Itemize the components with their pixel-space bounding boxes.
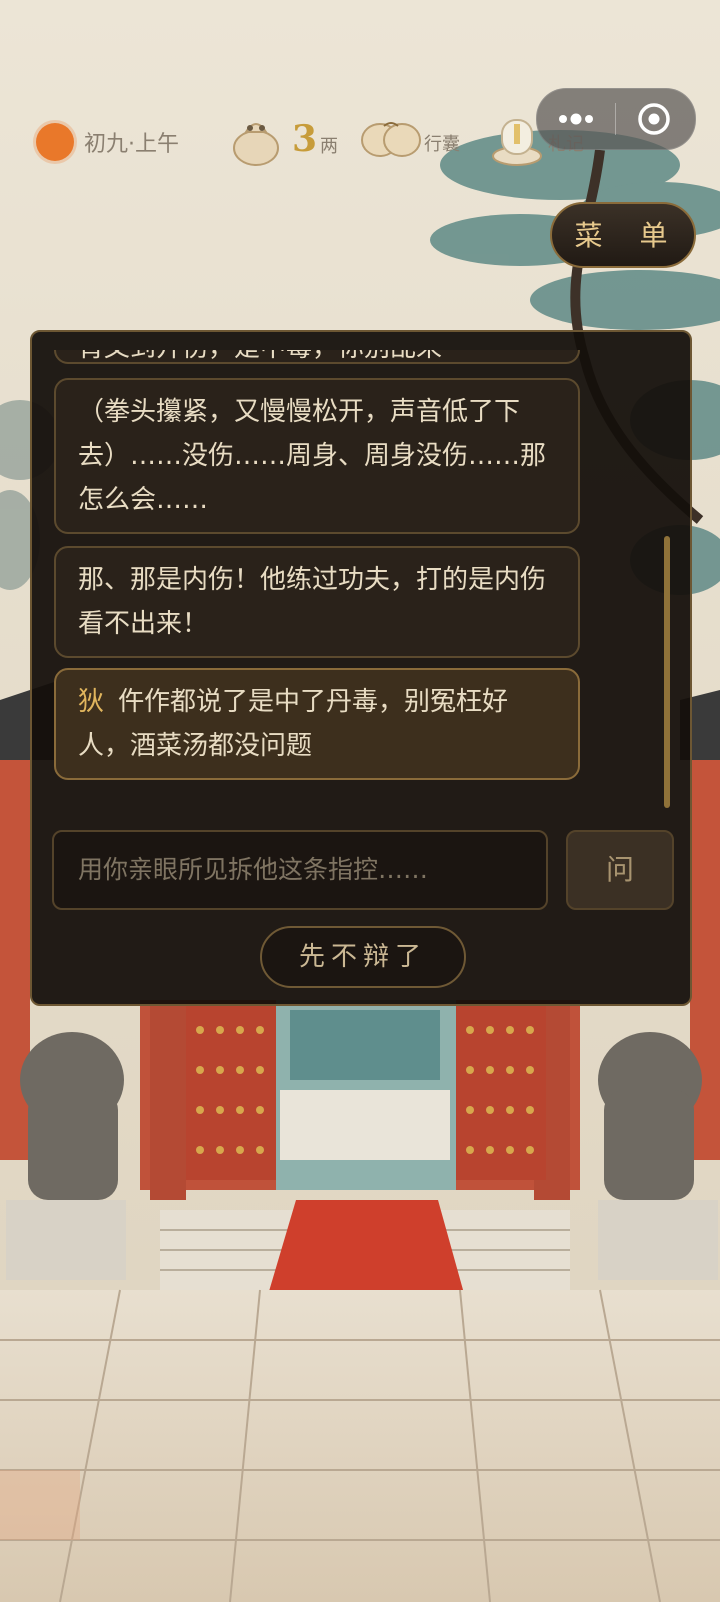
argument-dialog-panel: 肯叉到开伤，是中毒，你别乱来 （拳头攥紧，又慢慢松开，声音低了下去）……没伤……… bbox=[30, 330, 692, 1006]
message-text: 那、那是内伤！他练过功夫，打的是内伤看不出来！ bbox=[78, 565, 547, 639]
money-amount: 3 bbox=[292, 118, 318, 160]
message-text: 肯叉到开伤，是中毒，你别乱来 bbox=[78, 350, 442, 362]
ask-button[interactable]: 问 bbox=[566, 830, 674, 910]
menu-button[interactable]: 菜 单 bbox=[550, 202, 696, 268]
message-item: 那、那是内伤！他练过功夫，打的是内伤看不出来！ bbox=[54, 546, 580, 658]
money-bag-icon[interactable] bbox=[228, 112, 284, 168]
money-unit-label: 两 bbox=[320, 136, 338, 157]
more-dots-button[interactable] bbox=[537, 89, 615, 149]
question-input[interactable]: 用你亲眼所见拆他这条指控…… bbox=[52, 830, 548, 910]
target-close-icon bbox=[638, 103, 670, 135]
message-item: 肯叉到开伤，是中毒，你别乱来 bbox=[54, 350, 580, 364]
close-miniprogram-button[interactable] bbox=[616, 89, 694, 149]
message-item: （拳头攥紧，又慢慢松开，声音低了下去）……没伤……周身、周身没伤……那怎么会…… bbox=[54, 378, 580, 534]
message-text: （拳头攥紧，又慢慢松开，声音低了下去）……没伤……周身、周身没伤……那怎么会…… bbox=[78, 397, 547, 515]
speaker-name: 狄 bbox=[78, 687, 105, 717]
more-dots-icon bbox=[559, 113, 593, 125]
date-time-label: 初九·上午 bbox=[84, 132, 179, 157]
sun-time-icon bbox=[36, 123, 74, 161]
message-list[interactable]: 肯叉到开伤，是中毒，你别乱来 （拳头攥紧，又慢慢松开，声音低了下去）……没伤……… bbox=[54, 350, 614, 806]
message-text: 仵作都说了是中了丹毒，别冤枉好人，酒菜汤都没问题 bbox=[78, 687, 509, 761]
message-scrollbar[interactable] bbox=[664, 536, 670, 808]
miniprogram-capsule bbox=[536, 88, 696, 150]
travel-bag-icon[interactable] bbox=[360, 118, 422, 162]
stop-arguing-button[interactable]: 先不辩了 bbox=[260, 926, 466, 988]
travel-bag-label: 行囊 bbox=[424, 134, 460, 155]
message-item-highlighted: 狄仵作都说了是中了丹毒，别冤枉好人，酒菜汤都没问题 bbox=[54, 668, 580, 780]
